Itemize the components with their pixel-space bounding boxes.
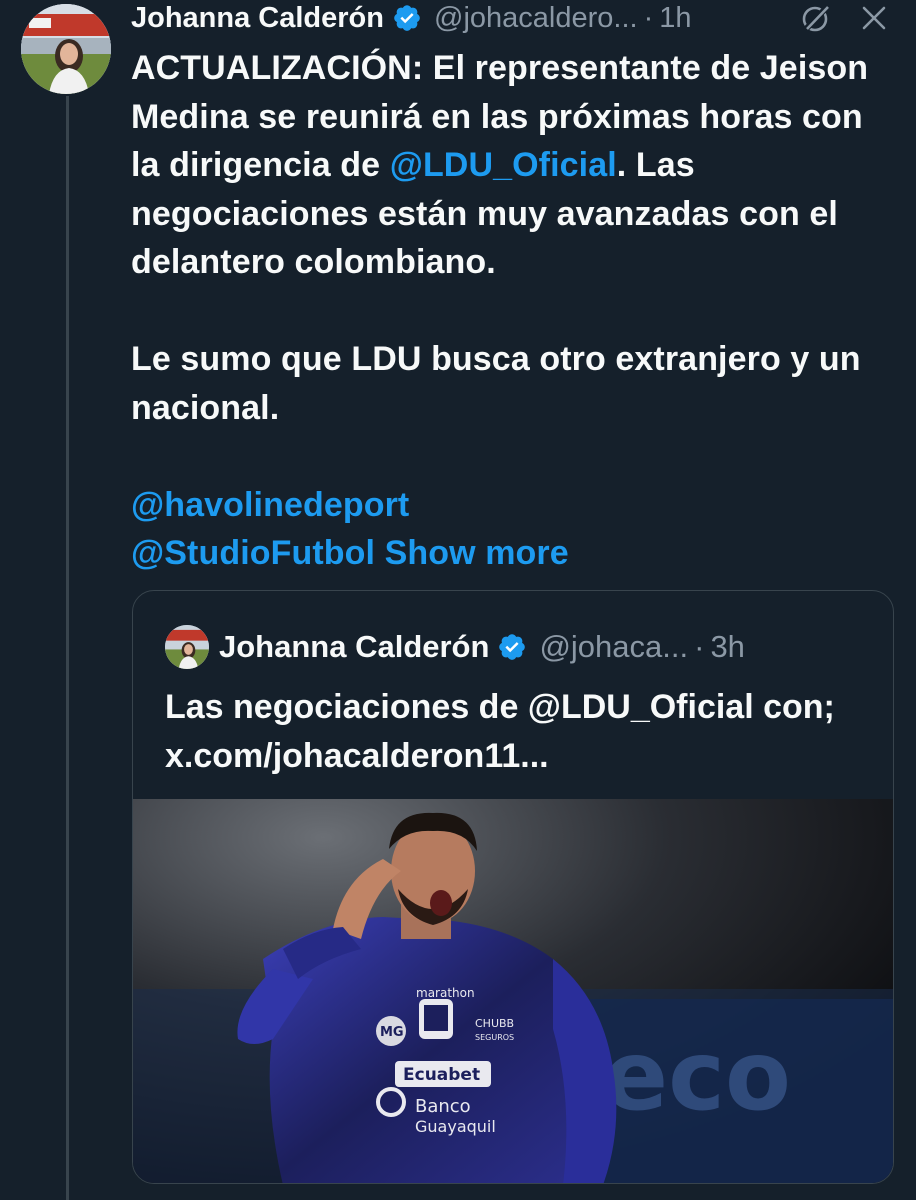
show-more-link[interactable]: Show more	[385, 534, 569, 572]
quoted-tweet-header: Johanna Calderón @johaca... · 3h	[165, 625, 745, 669]
quoted-tweet-card[interactable]: Johanna Calderón @johaca... · 3h Las neg…	[132, 590, 894, 1184]
author-handle[interactable]: @johacaldero...	[434, 0, 638, 36]
verified-badge-icon	[497, 632, 527, 662]
avatar-photo	[165, 625, 209, 669]
quoted-tweet-time[interactable]: 3h	[710, 629, 744, 665]
football-player-photo: eco marathon MG CHUBB SEGUROS Ecuabet Ba…	[133, 799, 893, 1183]
tweet-paragraph-3: @havolinedeport	[131, 481, 891, 530]
background-text: eco	[603, 1020, 791, 1132]
quoted-author-handle[interactable]: @johaca...	[539, 629, 688, 665]
quoted-author-avatar[interactable]	[165, 625, 209, 669]
quoted-author-name[interactable]: Johanna Calderón	[219, 629, 489, 665]
shirt-text: CHUBB	[475, 1017, 514, 1030]
thread-line	[66, 96, 69, 1200]
close-icon[interactable]	[858, 2, 890, 34]
tweet-paragraph-4: @StudioFutbol Show more	[131, 529, 891, 578]
separator: ·	[643, 2, 654, 34]
author-avatar[interactable]	[21, 4, 111, 94]
shirt-text: Guayaquil	[415, 1117, 496, 1136]
verified-badge-icon	[392, 3, 422, 33]
avatar-photo	[21, 4, 111, 94]
separator: ·	[694, 629, 705, 664]
mention-ldu[interactable]: @LDU_Oficial	[390, 146, 617, 184]
mention-studiofutbol[interactable]: @StudioFutbol	[131, 534, 375, 572]
tweet-header: Johanna Calderón @johacaldero... · 1h	[131, 0, 901, 36]
shirt-text: Banco	[415, 1096, 471, 1117]
shirt-text: SEGUROS	[475, 1033, 514, 1042]
tweet-time[interactable]: 1h	[659, 0, 691, 36]
author-name[interactable]: Johanna Calderón	[131, 0, 384, 36]
tweet-body: ACTUALIZACIÓN: El representante de Jeiso…	[131, 44, 891, 578]
quoted-tweet-photo[interactable]: eco marathon MG CHUBB SEGUROS Ecuabet Ba…	[133, 799, 893, 1183]
tweet-paragraph-1: ACTUALIZACIÓN: El representante de Jeiso…	[131, 44, 891, 287]
shirt-text: Ecuabet	[403, 1065, 480, 1085]
mention-havoline[interactable]: @havolinedeport	[131, 486, 409, 524]
quoted-tweet-text: Las negociaciones de @LDU_Oficial con; x…	[165, 688, 835, 775]
shirt-text: MG	[380, 1025, 404, 1040]
shirt-text: marathon	[416, 986, 475, 1000]
tweet-paragraph-2: Le sumo que LDU busca otro extranjero y …	[131, 340, 861, 427]
grok-icon[interactable]	[800, 2, 832, 34]
